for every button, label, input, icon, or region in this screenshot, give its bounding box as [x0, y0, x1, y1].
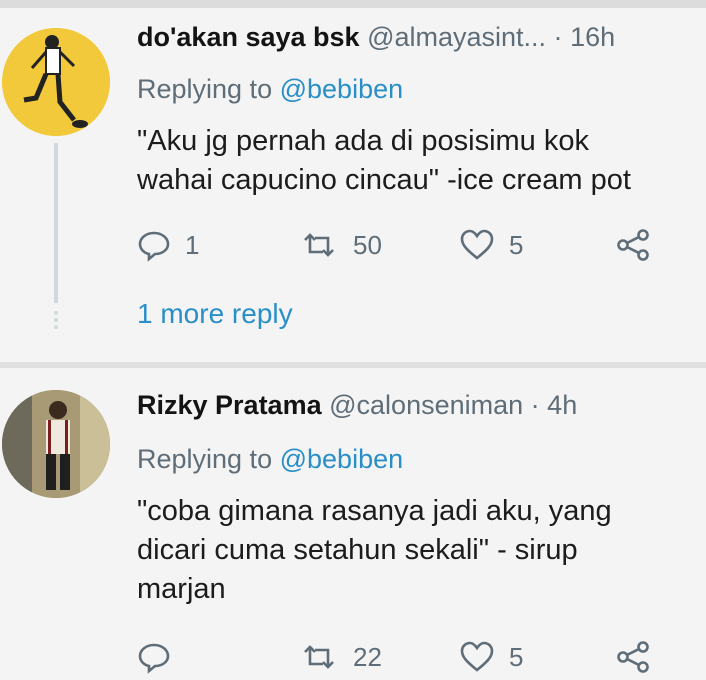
separator-dot: · — [553, 22, 563, 52]
replying-to-label: Replying to — [137, 444, 273, 474]
reply-icon — [138, 231, 170, 262]
replying-to: Replying to @bebiben — [137, 444, 403, 475]
retweet-count: 50 — [353, 229, 382, 260]
separator-dot: · — [530, 390, 540, 420]
retweet-count: 22 — [353, 641, 382, 672]
tweet-text-line: marjan — [137, 573, 226, 605]
display-name[interactable]: do'akan saya bsk — [137, 22, 360, 52]
tweet-text-line: wahai capucino cincau" -ice cream pot — [137, 164, 631, 196]
share-icon — [617, 229, 649, 261]
tweet-text: "Aku jg pernah ada di posisimu kok wahai… — [137, 122, 697, 200]
retweet-button[interactable]: 50 — [299, 228, 382, 262]
avatar[interactable] — [2, 390, 110, 498]
tweet-1[interactable]: do'akan saya bsk @almayasint... · 16h Re… — [0, 8, 706, 363]
thread-dots — [52, 308, 60, 332]
like-icon — [460, 229, 494, 260]
share-button[interactable] — [615, 640, 651, 674]
tweet-header: do'akan saya bsk @almayasint... · 16h — [137, 22, 615, 53]
replying-to-mention[interactable]: @bebiben — [280, 74, 404, 104]
tweet-text-line: "coba gimana rasanya jadi aku, yang — [137, 495, 612, 527]
display-name[interactable]: Rizky Pratama — [137, 390, 322, 420]
retweet-icon — [304, 233, 334, 257]
tweet-text-line: dicari cuma setahun sekali" - sirup — [137, 534, 578, 566]
top-border — [0, 0, 706, 8]
more-replies-link[interactable]: 1 more reply — [137, 298, 293, 330]
retweet-icon — [304, 645, 334, 669]
thread-line — [54, 143, 58, 303]
tweet-text: "coba gimana rasanya jadi aku, yang dica… — [137, 492, 697, 609]
retweet-button[interactable]: 22 — [299, 640, 382, 674]
replying-to-label: Replying to — [137, 74, 273, 104]
like-icon — [460, 641, 494, 672]
like-button[interactable]: 5 — [459, 640, 523, 674]
avatar-illustration — [2, 28, 110, 136]
reply-button[interactable]: 1 — [137, 228, 199, 262]
tweet-header: Rizky Pratama @calonseniman · 4h — [137, 390, 577, 421]
share-button[interactable] — [615, 228, 651, 262]
share-icon — [617, 641, 649, 673]
user-handle[interactable]: @almayasint... — [367, 22, 546, 52]
reply-icon — [138, 643, 170, 674]
tweet-text-line: "Aku jg pernah ada di posisimu kok — [137, 125, 589, 157]
tweet-actions: 1 50 5 — [137, 228, 697, 268]
replying-to: Replying to @bebiben — [137, 74, 403, 105]
reply-count: 1 — [185, 229, 200, 260]
replying-to-mention[interactable]: @bebiben — [280, 444, 404, 474]
timestamp[interactable]: 16h — [570, 22, 615, 52]
avatar[interactable] — [2, 28, 110, 136]
tweet-actions: 22 5 — [137, 640, 697, 680]
timestamp[interactable]: 4h — [547, 390, 577, 420]
reply-button[interactable] — [137, 640, 185, 674]
like-button[interactable]: 5 — [459, 228, 523, 262]
avatar-photo — [2, 390, 110, 498]
user-handle[interactable]: @calonseniman — [329, 390, 523, 420]
like-count: 5 — [509, 641, 524, 672]
tweet-2[interactable]: Rizky Pratama @calonseniman · 4h Replyin… — [0, 368, 706, 674]
like-count: 5 — [509, 229, 524, 260]
